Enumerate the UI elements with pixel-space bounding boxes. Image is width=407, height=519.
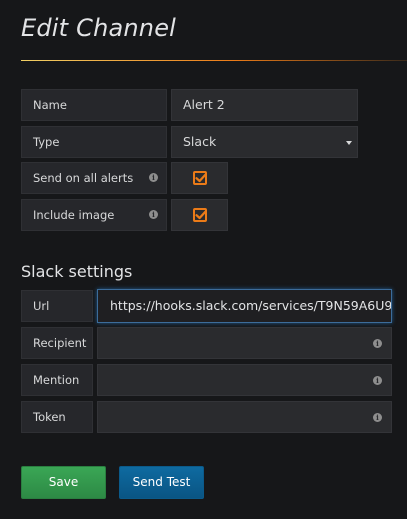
type-select[interactable]: Slack bbox=[171, 126, 358, 158]
token-label: Token bbox=[21, 401, 93, 433]
include-image-checkbox[interactable] bbox=[193, 208, 207, 222]
include-image-label-text: Include image bbox=[33, 208, 115, 222]
include-image-label: Include image i bbox=[21, 199, 167, 231]
send-on-all-alerts-label-text: Send on all alerts bbox=[33, 171, 134, 185]
chevron-down-icon bbox=[346, 141, 352, 145]
recipient-label: Recipient bbox=[21, 327, 93, 359]
checkmark-icon bbox=[195, 173, 207, 183]
token-input[interactable]: i bbox=[97, 401, 392, 433]
url-label: Url bbox=[21, 290, 93, 322]
slack-settings-heading: Slack settings bbox=[21, 262, 133, 281]
name-input[interactable]: Alert 2 bbox=[171, 89, 358, 121]
mention-label: Mention bbox=[21, 364, 93, 396]
send-on-all-alerts-cell bbox=[171, 162, 228, 194]
url-input[interactable]: https://hooks.slack.com/services/T9N59A6… bbox=[97, 289, 392, 323]
name-input-value: Alert 2 bbox=[183, 97, 225, 112]
send-on-all-alerts-label: Send on all alerts i bbox=[21, 162, 167, 194]
info-icon[interactable]: i bbox=[373, 376, 382, 385]
checkmark-icon bbox=[195, 210, 207, 220]
title-divider bbox=[21, 60, 407, 61]
type-select-value: Slack bbox=[183, 134, 217, 149]
info-icon[interactable]: i bbox=[149, 173, 158, 182]
mention-input[interactable]: i bbox=[97, 364, 392, 396]
url-input-value: https://hooks.slack.com/services/T9N59A6… bbox=[110, 298, 392, 313]
send-on-all-alerts-checkbox[interactable] bbox=[193, 171, 207, 185]
info-icon[interactable]: i bbox=[149, 210, 158, 219]
send-test-button[interactable]: Send Test bbox=[119, 466, 204, 499]
name-label: Name bbox=[21, 89, 167, 121]
include-image-cell bbox=[171, 199, 228, 231]
info-icon[interactable]: i bbox=[373, 339, 382, 348]
recipient-input[interactable]: i bbox=[97, 327, 392, 359]
info-icon[interactable]: i bbox=[373, 413, 382, 422]
page-title: Edit Channel bbox=[21, 14, 177, 42]
save-button[interactable]: Save bbox=[21, 466, 106, 499]
type-label: Type bbox=[21, 126, 167, 158]
